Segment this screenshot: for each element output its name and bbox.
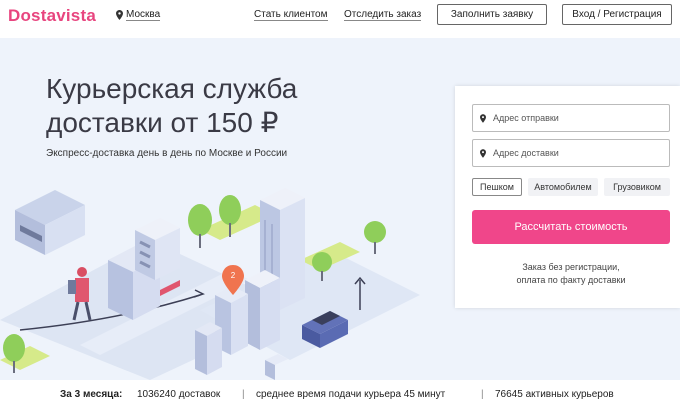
mode-car-chip[interactable]: Автомобилем (528, 178, 598, 196)
from-address-input[interactable] (493, 113, 663, 123)
form-note: Заказ без регистрации, оплата по факту д… (472, 261, 670, 287)
fill-request-button[interactable]: Заполнить заявку (437, 4, 547, 25)
svg-text:2: 2 (231, 271, 236, 280)
location-pin-icon (116, 10, 123, 20)
logo[interactable]: Dostavista (8, 6, 96, 26)
stats-divider: | (481, 389, 484, 400)
city-label: Москва (126, 9, 161, 21)
calculate-price-button[interactable]: Рассчитать стоимость (472, 210, 670, 244)
title-line-1: Курьерская служба (46, 73, 298, 104)
note-line-1: Заказ без регистрации, (522, 262, 620, 272)
stats-deliveries: 1036240 доставок (137, 389, 221, 400)
become-client-link[interactable]: Стать клиентом (254, 9, 328, 21)
order-form-card: Пешком Автомобилем Грузовиком Рассчитать… (455, 86, 680, 308)
city-selector[interactable]: Москва (116, 9, 161, 21)
note-line-2: оплата по факту доставки (516, 275, 626, 285)
hero-section: Курьерская служба доставки от 150 ₽ Эксп… (0, 38, 680, 380)
stats-lead: За 3 месяца: (60, 389, 123, 400)
from-address-field[interactable] (472, 104, 670, 132)
track-order-link[interactable]: Отследить заказ (344, 9, 422, 21)
location-pin-icon (480, 113, 486, 123)
hero-subtitle: Экспресс-доставка день в день по Москве … (46, 148, 288, 159)
stats-divider: | (242, 389, 245, 400)
location-pin-icon (480, 148, 486, 158)
login-register-button[interactable]: Вход / Регистрация (562, 4, 672, 25)
stats-avg-time: среднее время подачи курьера 45 минут (256, 389, 446, 400)
mode-walk-chip[interactable]: Пешком (472, 178, 522, 196)
stats-bar: За 3 месяца: 1036240 доставок | среднее … (0, 380, 680, 410)
top-header: Dostavista Москва Стать клиентом Отследи… (0, 0, 680, 32)
to-address-input[interactable] (493, 148, 663, 158)
mode-truck-chip[interactable]: Грузовиком (604, 178, 670, 196)
to-address-field[interactable] (472, 139, 670, 167)
page-title: Курьерская служба доставки от 150 ₽ (46, 72, 406, 140)
city-illustration: 2 (0, 188, 420, 380)
stats-couriers: 76645 активных курьеров (495, 389, 614, 400)
title-line-2: доставки от 150 ₽ (46, 107, 279, 138)
